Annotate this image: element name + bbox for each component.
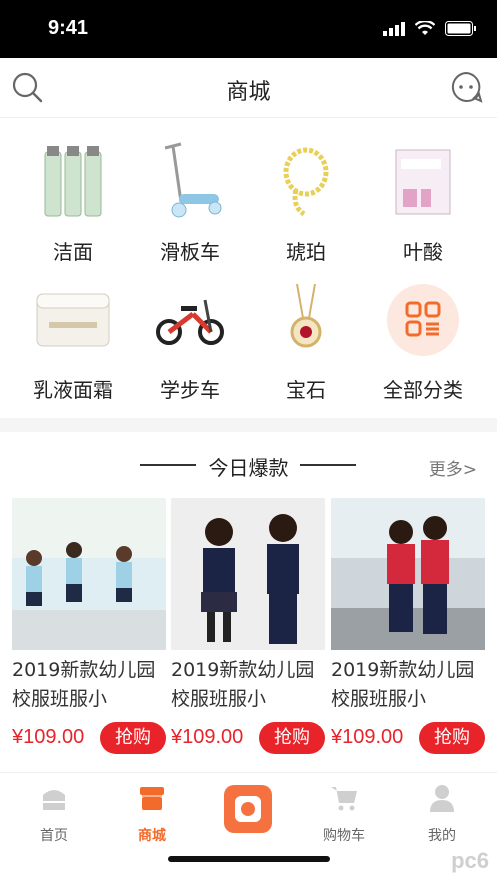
- user-icon: [430, 785, 454, 812]
- page-title: 商城: [226, 80, 271, 105]
- buy-button[interactable]: 抢购: [259, 722, 325, 754]
- product-image: [331, 498, 485, 650]
- category-label: 滑板车: [160, 240, 220, 264]
- category-amber[interactable]: 琥珀: [244, 142, 368, 265]
- tab-cart[interactable]: 购物车: [304, 783, 384, 845]
- cream-jar-icon: [33, 280, 113, 360]
- product-image: [171, 498, 325, 650]
- store-icon: [140, 787, 164, 810]
- status-icons: [383, 21, 477, 36]
- category-all[interactable]: 全部分类: [361, 280, 485, 403]
- hot-section-title: 今日爆款: [208, 456, 289, 480]
- home-indicator: [168, 856, 330, 862]
- section-divider: [0, 418, 497, 432]
- category-balance-bike[interactable]: 学步车: [128, 280, 252, 403]
- buy-button[interactable]: 抢购: [100, 722, 166, 754]
- product-card[interactable]: 2019新款幼儿园校服班服小 ¥109.00 抢购: [171, 498, 325, 754]
- buy-button[interactable]: 抢购: [419, 722, 485, 754]
- tab-label: 商城: [138, 828, 166, 844]
- status-time: 9:41: [48, 17, 89, 39]
- category-cream[interactable]: 乳液面霜: [11, 280, 135, 403]
- category-scooter[interactable]: 滑板车: [128, 142, 252, 265]
- category-label: 洁面: [53, 240, 93, 264]
- camera-icon: [235, 796, 261, 822]
- folic-acid-box-icon: [383, 142, 463, 222]
- product-bottom: ¥109.00 抢购: [331, 722, 485, 754]
- gem-pendant-icon: [266, 280, 346, 360]
- product-image: [12, 498, 166, 650]
- product-card[interactable]: 2019新款幼儿园校服班服小 ¥109.00 抢购: [12, 498, 166, 754]
- watermark: pc6: [451, 848, 489, 873]
- category-folic-acid[interactable]: 叶酸: [361, 142, 485, 265]
- category-gem[interactable]: 宝石: [244, 280, 368, 403]
- product-price: ¥109.00: [171, 726, 244, 748]
- tab-bar: 首页 商城 购物车 我的: [0, 772, 497, 883]
- product-title: 2019新款幼儿园校服班服小: [171, 659, 315, 710]
- product-price: ¥109.00: [331, 726, 404, 748]
- product-bottom: ¥109.00 抢购: [171, 722, 325, 754]
- wifi-icon: [415, 21, 435, 35]
- category-label: 乳液面霜: [33, 378, 113, 402]
- all-categories-grid-icon: [383, 280, 463, 360]
- tab-label: 购物车: [323, 828, 365, 844]
- balance-bike-icon: [150, 280, 230, 360]
- category-label: 叶酸: [403, 240, 443, 264]
- tab-me[interactable]: 我的: [402, 783, 482, 845]
- category-cleanser[interactable]: 洁面: [11, 142, 135, 265]
- title-line-right: [300, 464, 356, 466]
- signal-icon: [383, 21, 405, 36]
- amber-necklace-icon: [266, 142, 346, 222]
- category-label: 全部分类: [383, 378, 463, 402]
- camera-button[interactable]: [224, 785, 272, 833]
- product-price: ¥109.00: [12, 726, 85, 748]
- tab-label: 我的: [428, 828, 456, 844]
- category-label: 琥珀: [286, 240, 326, 264]
- product-bottom: ¥109.00 抢购: [12, 722, 166, 754]
- category-label: 宝石: [286, 378, 326, 402]
- product-title: 2019新款幼儿园校服班服小: [331, 659, 475, 710]
- status-bar: 9:41: [0, 0, 497, 58]
- category-label: 学步车: [160, 378, 220, 402]
- home-icon: [43, 790, 65, 810]
- kick-scooter-icon: [150, 142, 230, 222]
- battery-icon: [445, 21, 476, 36]
- tab-home[interactable]: 首页: [14, 783, 94, 845]
- more-link[interactable]: 更多>: [429, 455, 477, 480]
- tab-label: 首页: [40, 828, 68, 844]
- cleanser-bottles-icon: [33, 142, 113, 222]
- cart-icon: [331, 787, 357, 811]
- message-icon[interactable]: [449, 70, 483, 104]
- hot-section-header: 今日爆款 更多>: [0, 448, 497, 482]
- product-title: 2019新款幼儿园校服班服小: [12, 659, 156, 710]
- nav-bar: 商城: [0, 58, 497, 118]
- tab-mall[interactable]: 商城: [112, 783, 192, 845]
- product-card[interactable]: 2019新款幼儿园校服班服小 ¥109.00 抢购: [331, 498, 485, 754]
